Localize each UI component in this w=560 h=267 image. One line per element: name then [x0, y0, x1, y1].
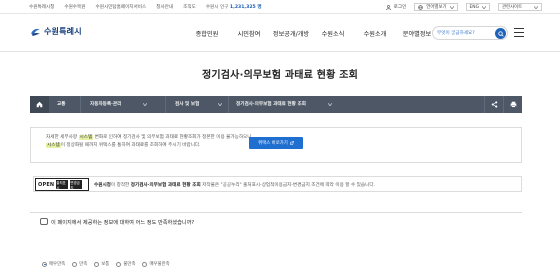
- top-link-building-guide[interactable]: 청사안내: [156, 4, 173, 10]
- population-value: 1,231,325 명: [229, 5, 262, 10]
- share-button[interactable]: [484, 96, 503, 113]
- survey-options: 매우만족 만족 보통 불만족 매우불만족: [42, 261, 170, 267]
- site-header: 수원특례시 종합민원 시민참여 정보공개/개방 수원소식 수원소개 분야별정보: [0, 15, 560, 52]
- top-link-city-hall[interactable]: 수원특례시청: [29, 4, 54, 10]
- survey-option-very-satisfied[interactable]: 매우만족: [42, 261, 65, 267]
- nav-item-about[interactable]: 수원소개: [354, 29, 396, 38]
- nav-item-news[interactable]: 수원소식: [312, 29, 354, 38]
- radio-button[interactable]: [94, 261, 100, 267]
- radio-button[interactable]: [42, 261, 47, 267]
- open-license-notice: OPEN 출처표시 변경금지 수원시청이 창작한 정기검사·의무보험 과태료 현…: [33, 176, 522, 192]
- notice-line-2: 시스템이 정상화될 때까지 위택스를 통하여 과태료를 조회하여 주시기 바랍니…: [46, 142, 201, 148]
- nav-item-civil-service[interactable]: 종합민원: [186, 29, 228, 38]
- option-label: 만족: [79, 262, 88, 267]
- nav-item-information[interactable]: 정보공개/개방: [270, 29, 312, 38]
- notice-text: 자세한 세부사항: [46, 135, 78, 140]
- login-label: 로그인: [393, 5, 407, 10]
- option-label: 매우불만족: [149, 262, 170, 267]
- population-label: 수원시 인구: [205, 5, 229, 10]
- nav-item-participation[interactable]: 시민참여: [228, 29, 270, 38]
- survey-icon: [40, 218, 48, 225]
- kogl-open-label: OPEN: [38, 181, 55, 188]
- page-tools: [484, 96, 522, 113]
- person-icon: [385, 4, 391, 10]
- menu-hamburger-icon[interactable]: [514, 28, 524, 37]
- survey-option-very-dissatisfied[interactable]: 매우불만족: [142, 261, 170, 267]
- survey-option-dissatisfied[interactable]: 불만족: [116, 261, 135, 267]
- print-button[interactable]: [503, 96, 522, 113]
- chevron-down-icon[interactable]: [143, 103, 147, 106]
- breadcrumb-item-current: 정기검사·의무보험 과태료 현황 조회: [236, 102, 306, 107]
- notice-text: 변화로 인하여 정기검사 및 의무보험 과태료 현황조회가 정본한 이용 불가능…: [94, 135, 252, 140]
- home-icon: [36, 101, 43, 108]
- language-code-select[interactable]: ENG: [465, 3, 490, 11]
- license-text: 수원시청이 창작한 정기검사·의무보험 과태료 현황 조회 저작물은 "공공누리…: [94, 182, 375, 188]
- share-icon: [491, 101, 497, 108]
- chevron-down-icon: [534, 5, 538, 9]
- survey-option-neutral[interactable]: 보통: [94, 261, 109, 267]
- top-link-citizen-service[interactable]: 수원시민탐홈페이지서비스: [96, 4, 147, 10]
- radio-button[interactable]: [72, 261, 78, 267]
- login-link[interactable]: 로그인: [385, 4, 407, 10]
- attribution-badge: 출처표시: [56, 180, 69, 190]
- top-links: 수원특례시청 수원수목원 수원시민탐홈페이지서비스 청사안내 조직도 수원시 인…: [29, 4, 262, 10]
- population-indicator: 수원시 인구 1,231,325 명: [206, 4, 262, 10]
- radio-button[interactable]: [116, 261, 122, 267]
- breadcrumb-item-inspection[interactable]: 검사 및 보험: [175, 96, 199, 113]
- page-title: 정기검사·의무보험 과태료 현황 조회: [201, 70, 359, 81]
- no-derivatives-badge: 변경금지: [70, 180, 83, 190]
- license-text-post: 저작물은 "공공누리" 출처표시-상업적이용금지-변경금지 조건에 따라 이용 …: [202, 183, 376, 188]
- breadcrumb: 교통 자동차등록·관리 검사 및 보험 정기검사·의무보험 과태료 현황 조회: [30, 96, 522, 113]
- chevron-down-icon: [482, 5, 486, 9]
- wetax-link-button[interactable]: 위택스 바로가기: [249, 137, 303, 149]
- breadcrumb-item-vehicle[interactable]: 자동차등록·관리: [90, 96, 121, 113]
- search-button[interactable]: [495, 28, 506, 39]
- top-link-arboretum[interactable]: 수원수목원: [64, 4, 85, 10]
- top-right-tools: 로그인 언어별보기 ENG 관련사이트: [385, 3, 542, 11]
- main-navigation: 종합민원 시민참여 정보공개/개방 수원소식 수원소개 분야별정보: [186, 29, 438, 38]
- top-utility-bar: 수원특례시청 수원수목원 수원시민탐홈페이지서비스 청사안내 조직도 수원시 인…: [0, 0, 560, 14]
- top-link-org-chart[interactable]: 조직도: [183, 4, 196, 10]
- wetax-button-label: 위택스 바로가기: [258, 141, 288, 146]
- language-select[interactable]: 언어별보기: [414, 3, 458, 11]
- radio-button[interactable]: [142, 261, 148, 267]
- related-sites-select[interactable]: 관련사이트: [498, 3, 542, 11]
- print-icon: [510, 101, 516, 108]
- kogl-badge: OPEN 출처표시 변경금지: [35, 178, 89, 191]
- notice-highlight: 시스템: [78, 135, 94, 140]
- chevron-down-icon[interactable]: [328, 103, 332, 106]
- language-code-label: ENG: [469, 4, 479, 10]
- license-work-title: 정기검사·의무보험 과태료 현황 조회: [130, 183, 201, 188]
- satisfaction-survey: 이 페이지에서 제공하는 정보에 대하여 어느 정도 만족하셨습니까? 매우만족…: [30, 212, 522, 267]
- site-logo[interactable]: 수원특례시: [30, 26, 82, 37]
- language-label: 언어별보기: [426, 5, 447, 10]
- chevron-down-icon: [449, 5, 454, 9]
- notice-line-1: 자세한 세부사항 시스템 변화로 인하여 정기검사 및 의무보험 과태료 현황조…: [46, 134, 252, 140]
- breadcrumb-home[interactable]: [30, 96, 49, 113]
- breadcrumb-item-traffic[interactable]: 교통: [57, 96, 65, 113]
- option-label: 보통: [101, 262, 110, 267]
- search-icon: [497, 30, 504, 37]
- related-sites-label: 관련사이트: [502, 5, 523, 10]
- external-link-icon: [289, 141, 294, 145]
- notice-text: 이 정상화될 때까지 위택스를 통하여 과태료를 조회하여 주시기 바랍니다.: [60, 143, 201, 148]
- search-box: [432, 26, 508, 40]
- option-label: 불만족: [123, 262, 136, 267]
- option-label: 매우만족: [49, 262, 66, 267]
- search-input[interactable]: [437, 29, 495, 38]
- chevron-down-icon[interactable]: [218, 103, 222, 106]
- license-owner: 수원시청: [94, 183, 111, 188]
- license-text-mid: 이 창작한: [110, 183, 130, 188]
- globe-icon: [418, 4, 424, 10]
- suwon-emblem-icon: [31, 28, 40, 36]
- survey-question: 이 페이지에서 제공하는 정보에 대하여 어느 정도 만족하셨습니까?: [51, 220, 195, 226]
- survey-option-satisfied[interactable]: 만족: [72, 261, 87, 267]
- logo-text: 수원특례시: [44, 27, 82, 36]
- notice-highlight: 시스템: [46, 143, 61, 148]
